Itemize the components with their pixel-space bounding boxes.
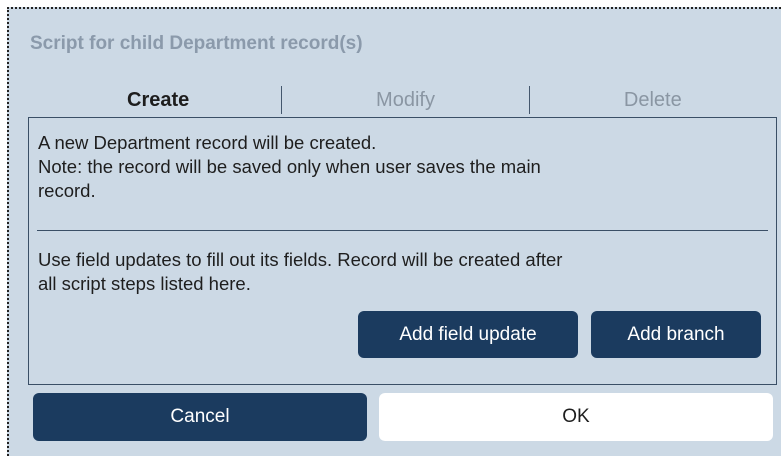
tab-delete[interactable]: Delete: [530, 84, 776, 116]
tab-bar: Create Modify Delete: [35, 84, 776, 116]
add-field-update-button[interactable]: Add field update: [358, 311, 578, 358]
add-branch-button[interactable]: Add branch: [591, 311, 761, 358]
help-text-line: all script steps listed here.: [38, 273, 251, 294]
ok-button[interactable]: OK: [379, 393, 773, 441]
script-dialog: Script for child Department record(s) Cr…: [7, 7, 781, 456]
tab-create[interactable]: Create: [35, 84, 281, 116]
help-text-line: Use field updates to fill out its fields…: [38, 249, 563, 270]
create-panel: A new Department record will be created.…: [28, 117, 777, 385]
intro-text-line: Note: the record will be saved only when…: [38, 156, 541, 177]
tab-modify[interactable]: Modify: [282, 84, 528, 116]
help-text: Use field updates to fill out its fields…: [38, 248, 768, 296]
section-divider: [37, 230, 768, 231]
intro-text-line: A new Department record will be created.: [38, 132, 377, 153]
intro-text-line: record.: [38, 180, 96, 201]
cancel-button[interactable]: Cancel: [33, 393, 367, 441]
dialog-title: Script for child Department record(s): [30, 33, 363, 54]
intro-text: A new Department record will be created.…: [38, 131, 768, 203]
